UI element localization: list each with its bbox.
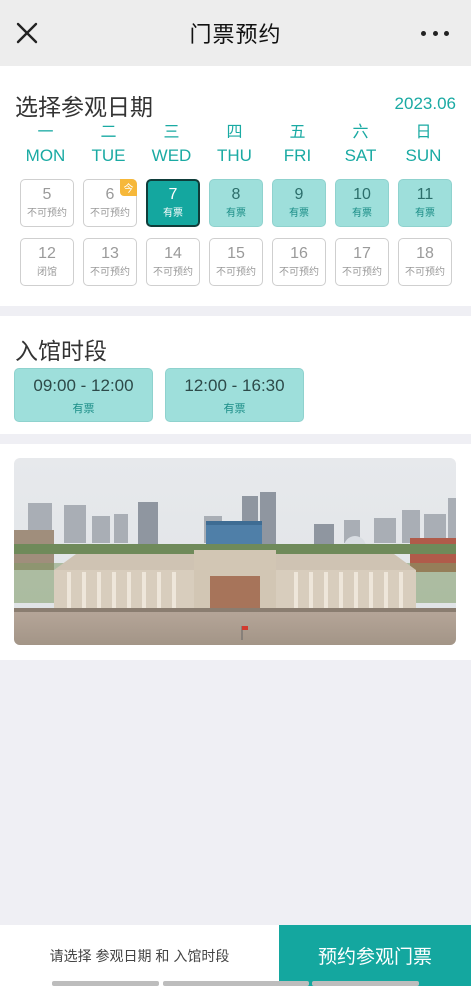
weekday-wed: 三 WED <box>151 124 192 165</box>
current-month: 2023.06 <box>394 94 456 113</box>
day-cell-10[interactable]: 10 有票 <box>335 179 389 227</box>
photo-card <box>0 444 471 660</box>
date-selection-card: 选择参观日期 2023.06 一 MON 二 TUE 三 WED 四 THU 五 FRI … <box>0 66 471 306</box>
day-cell-18[interactable]: 18 不可预约 <box>398 238 452 286</box>
day-cell-5[interactable]: 5 不可预约 <box>20 179 74 227</box>
weekday-mon: 一 MON <box>25 124 66 165</box>
book-tickets-button[interactable]: 预约参观门票 <box>279 925 471 986</box>
weekday-fri: 五 FRI <box>283 124 312 165</box>
day-cell-6[interactable]: 6 不可预约今 <box>83 179 137 227</box>
day-cell-11[interactable]: 11 有票 <box>398 179 452 227</box>
page-title: 门票预约 <box>189 22 282 47</box>
day-cell-9[interactable]: 9 有票 <box>272 179 326 227</box>
time-slot-list: 09:00 - 12:00 有票 12:00 - 16:30 有票 <box>14 368 304 422</box>
slot-time: 09:00 - 12:00 <box>33 375 134 395</box>
day-cell-7-selected[interactable]: 7 有票 <box>146 179 200 227</box>
weekday-sat: 六 SAT <box>344 124 377 165</box>
date-section-title: 选择参观日期 <box>15 94 153 120</box>
day-cell-8[interactable]: 8 有票 <box>209 179 263 227</box>
weekday-sun: 日 SUN <box>405 124 442 165</box>
top-bar: 门票预约 <box>0 0 471 66</box>
gesture-indicator <box>52 981 159 986</box>
weekday-header: 一 MON 二 TUE 三 WED 四 THU 五 FRI 六 SAT 日 SUN <box>14 122 456 168</box>
slot-status: 有票 <box>223 402 246 415</box>
today-badge: 今 <box>120 179 137 196</box>
weekday-thu: 四 THU <box>217 124 252 165</box>
day-cell-13[interactable]: 13 不可预约 <box>83 238 137 286</box>
gesture-indicator <box>312 981 419 986</box>
day-cell-14[interactable]: 14 不可预约 <box>146 238 200 286</box>
day-cell-12[interactable]: 12 闭馆 <box>20 238 74 286</box>
time-slot-card: 入馆时段 09:00 - 12:00 有票 12:00 - 16:30 有票 <box>0 316 471 434</box>
museum-building-photo <box>14 458 456 645</box>
gesture-indicator <box>163 981 309 986</box>
day-cell-17[interactable]: 17 不可预约 <box>335 238 389 286</box>
slot-time: 12:00 - 16:30 <box>184 375 285 395</box>
time-slot-afternoon[interactable]: 12:00 - 16:30 有票 <box>165 368 304 422</box>
selection-hint: 请选择 参观日期 和 入馆时段 <box>49 947 230 964</box>
slot-status: 有票 <box>72 402 95 415</box>
day-cell-15[interactable]: 15 不可预约 <box>209 238 263 286</box>
calendar-grid: 5 不可预约 6 不可预约今 7 有票 8 有票 9 有票 10 有票 11 有票 12 闭馆 … <box>20 179 452 286</box>
bottom-action-bar: 请选择 参观日期 和 入馆时段 预约参观门票 <box>0 925 471 986</box>
more-options-icon[interactable] <box>421 26 449 40</box>
weekday-tue: 二 TUE <box>91 124 126 165</box>
day-cell-16[interactable]: 16 不可预约 <box>272 238 326 286</box>
slot-section-title: 入馆时段 <box>15 338 107 364</box>
close-icon[interactable] <box>14 20 40 46</box>
time-slot-morning[interactable]: 09:00 - 12:00 有票 <box>14 368 153 422</box>
